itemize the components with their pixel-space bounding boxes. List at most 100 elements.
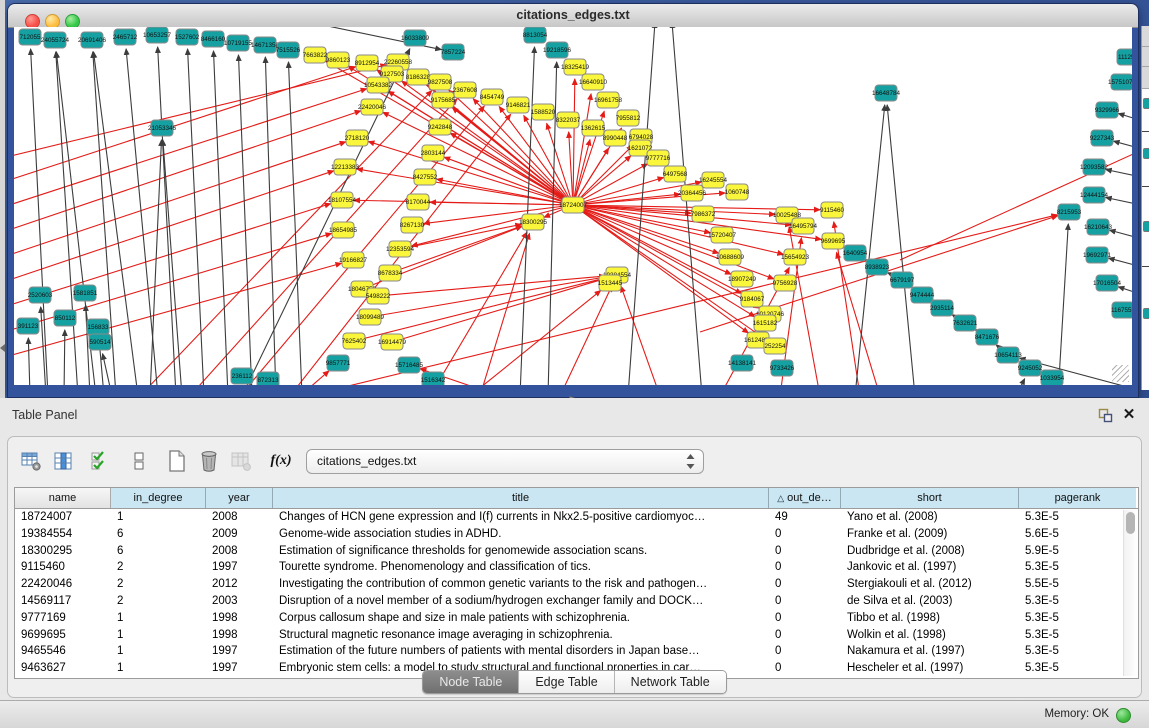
- tab-edge-table[interactable]: Edge Table: [519, 671, 614, 693]
- graph-node[interactable]: 16033809: [401, 30, 430, 46]
- graph-node[interactable]: 16245554: [699, 172, 728, 188]
- column-header-name[interactable]: name: [15, 488, 111, 508]
- table-row[interactable]: 946554611997Estimation of the future num…: [15, 643, 1138, 660]
- graph-node[interactable]: 9474444: [910, 287, 935, 303]
- graph-node[interactable]: 19166827: [339, 252, 368, 268]
- graph-node[interactable]: 7986372: [691, 206, 716, 222]
- graph-edge[interactable]: [621, 286, 660, 385]
- graph-node[interactable]: 18654985: [329, 222, 358, 238]
- graph-node[interactable]: 9227343: [1090, 130, 1115, 146]
- graph-edge[interactable]: [14, 65, 386, 160]
- graph-node[interactable]: 19692971: [1083, 247, 1112, 263]
- table-selector-dropdown[interactable]: citations_edges.txt: [306, 449, 704, 474]
- graph-node[interactable]: 5498222: [366, 288, 391, 304]
- graph-edge[interactable]: [28, 338, 30, 385]
- splitter-collapse-icon[interactable]: [0, 344, 5, 352]
- graph-node[interactable]: 15716485: [395, 357, 424, 373]
- graph-node[interactable]: 8471676: [975, 329, 1000, 345]
- graph-node[interactable]: 2935114: [930, 300, 955, 316]
- graph-node[interactable]: 8454749: [480, 89, 505, 105]
- graph-edge[interactable]: [64, 330, 65, 385]
- graph-node[interactable]: 156833: [87, 319, 109, 335]
- graph-node[interactable]: 15654923: [781, 249, 810, 265]
- table-row[interactable]: 1830029562008Estimation of significance …: [15, 543, 1138, 560]
- graph-node[interactable]: 16648784: [872, 85, 901, 101]
- tab-network-table[interactable]: Network Table: [615, 671, 726, 693]
- graph-node[interactable]: 8912954: [355, 55, 380, 71]
- tab-node-table[interactable]: Node Table: [423, 671, 519, 693]
- graph-node[interactable]: 590514: [89, 334, 111, 350]
- graph-node[interactable]: 16210643: [1084, 219, 1113, 235]
- graph-node[interactable]: 252254: [764, 338, 786, 354]
- graph-node[interactable]: 872313: [257, 372, 279, 385]
- graph-node[interactable]: 8938923: [865, 259, 890, 275]
- graph-node[interactable]: 9329966: [1095, 102, 1120, 118]
- graph-node[interactable]: 10719155: [224, 35, 253, 51]
- graph-edge[interactable]: [1110, 230, 1132, 240]
- table-scrollbar[interactable]: [1123, 510, 1137, 676]
- graph-node[interactable]: 7515526: [276, 42, 301, 58]
- graph-node[interactable]: 15751074: [1108, 74, 1132, 90]
- graph-node[interactable]: 9756928: [773, 275, 798, 291]
- graph-node[interactable]: 7625402: [342, 333, 367, 349]
- graph-node[interactable]: 1362615: [581, 120, 606, 136]
- graph-edge[interactable]: [573, 148, 609, 205]
- graph-node[interactable]: 6679197: [890, 272, 915, 288]
- graph-node[interactable]: 1516342: [421, 372, 446, 385]
- graph-node[interactable]: 1640954: [843, 245, 868, 261]
- graph-node[interactable]: 391123: [17, 318, 39, 334]
- graph-node[interactable]: 2803144: [421, 145, 446, 161]
- graph-node[interactable]: 12444154: [1080, 187, 1109, 203]
- graph-edge[interactable]: [1106, 197, 1132, 206]
- graph-edge[interactable]: [158, 47, 176, 385]
- graph-node[interactable]: 1615182: [753, 315, 778, 331]
- graph-node[interactable]: 18325419: [561, 59, 590, 75]
- new-table-button[interactable]: [164, 448, 190, 474]
- graph-node[interactable]: 1581851: [73, 285, 98, 301]
- graph-node[interactable]: 9699695: [821, 233, 846, 249]
- graph-edge[interactable]: [1106, 169, 1132, 178]
- graph-node[interactable]: 6497568: [663, 166, 688, 182]
- graph-edge[interactable]: [1118, 287, 1132, 296]
- graph-node[interactable]: 17016504: [1093, 275, 1122, 291]
- graph-edge[interactable]: [887, 105, 915, 385]
- scrollbar-thumb[interactable]: [1126, 512, 1135, 534]
- graph-edge[interactable]: [368, 142, 573, 205]
- graph-edge[interactable]: [392, 278, 605, 342]
- table-row[interactable]: 977716911998Corpus callosum shape and si…: [15, 610, 1138, 627]
- graph-node[interactable]: 18300295: [519, 214, 548, 230]
- graph-edge[interactable]: [560, 286, 612, 385]
- memory-status-indicator[interactable]: [1116, 708, 1131, 723]
- graph-node[interactable]: 7857224: [441, 44, 466, 60]
- graph-node[interactable]: 22420046: [358, 99, 387, 115]
- graph-edge[interactable]: [430, 202, 573, 205]
- select-column-button[interactable]: [50, 448, 76, 474]
- graph-edge[interactable]: [1118, 114, 1132, 122]
- graph-node[interactable]: 2465712: [113, 29, 138, 45]
- graph-node[interactable]: 1167551: [1111, 302, 1132, 318]
- graph-node[interactable]: 20364456: [678, 185, 707, 201]
- graph-node[interactable]: 18907249: [728, 271, 757, 287]
- graph-node[interactable]: 8466160: [201, 31, 226, 47]
- graph-edge[interactable]: [31, 49, 48, 385]
- network-graph[interactable]: 1872400798601238912954222605589127503105…: [14, 27, 1132, 385]
- graph-edge[interactable]: [412, 205, 573, 246]
- graph-node[interactable]: 1060748: [725, 184, 750, 200]
- graph-node[interactable]: 7955812: [616, 110, 641, 126]
- graph-edge[interactable]: [238, 55, 252, 385]
- float-panel-icon[interactable]: [1098, 408, 1113, 423]
- graph-node[interactable]: 7663822: [303, 47, 328, 63]
- graph-node[interactable]: 21053346: [148, 120, 177, 136]
- graph-edge[interactable]: [103, 354, 112, 385]
- graph-edge[interactable]: [214, 51, 228, 385]
- graph-edge[interactable]: [190, 99, 457, 385]
- graph-node[interactable]: 2718120: [345, 130, 370, 146]
- graph-node[interactable]: 8990448: [603, 130, 628, 146]
- graph-edge[interactable]: [150, 140, 161, 385]
- column-header-title[interactable]: title: [273, 488, 769, 508]
- graph-node[interactable]: 9857771: [326, 355, 351, 371]
- graph-node[interactable]: 8678334: [378, 265, 403, 281]
- network-window-titlebar[interactable]: citations_edges.txt: [8, 4, 1138, 28]
- graph-edge[interactable]: [56, 52, 78, 385]
- graph-node[interactable]: 18107554: [328, 192, 357, 208]
